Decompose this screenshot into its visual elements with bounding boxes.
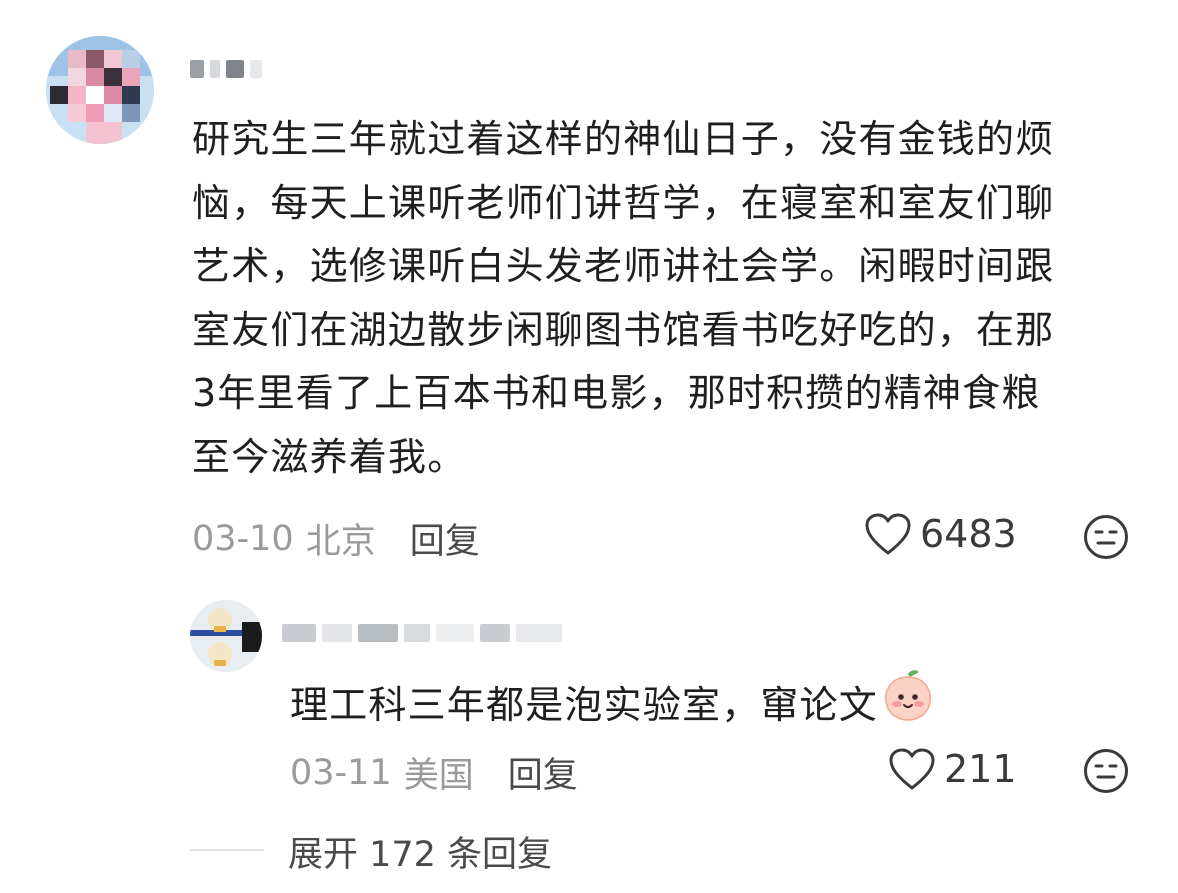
comment-meta: 03-10 北京 回复 [192, 513, 480, 564]
reply-reply-button[interactable]: 回复 [508, 747, 578, 798]
user-avatar[interactable] [46, 36, 154, 144]
reply-date: 03-11 [290, 752, 392, 793]
neutral-face-icon [1084, 515, 1128, 559]
reply-button[interactable]: 回复 [410, 513, 480, 564]
reply-avatar[interactable] [190, 600, 262, 672]
like-button[interactable]: 6483 [864, 512, 1017, 556]
reply-like-button[interactable]: 211 [888, 747, 1017, 791]
reply-text: 理工科三年都是泡实验室，窜论文 [290, 682, 879, 727]
avatar-image [46, 36, 154, 144]
avatar-image [190, 600, 262, 672]
expand-divider [190, 849, 264, 851]
reply-like-count: 211 [944, 747, 1017, 791]
reply-meta: 03-11 美国 回复 [290, 747, 578, 798]
comment-date: 03-10 [192, 518, 294, 559]
username-redacted[interactable] [190, 56, 262, 82]
reply-username-redacted[interactable] [282, 620, 562, 646]
reply-react-button[interactable] [1083, 748, 1129, 798]
main-comment: 研究生三年就过着这样的神仙日子，没有金钱的烦 恼，每天上课听老师们讲哲学，在寝室… [0, 0, 1178, 600]
reply-text-row: 理工科三年都是泡实验室，窜论文 [290, 668, 936, 741]
like-count: 6483 [920, 512, 1017, 556]
neutral-face-icon [1084, 749, 1128, 793]
heart-outline-icon [865, 513, 911, 555]
react-button[interactable] [1083, 514, 1129, 564]
comment-text: 研究生三年就过着这样的神仙日子，没有金钱的烦 恼，每天上课听老师们讲哲学，在寝室… [192, 117, 1055, 479]
comment-location: 北京 [305, 522, 376, 562]
reply-location: 美国 [403, 756, 474, 796]
expand-replies-button[interactable]: 展开 172 条回复 [288, 826, 552, 877]
heart-outline-icon [889, 748, 935, 790]
peach-face-emoji [880, 668, 936, 741]
